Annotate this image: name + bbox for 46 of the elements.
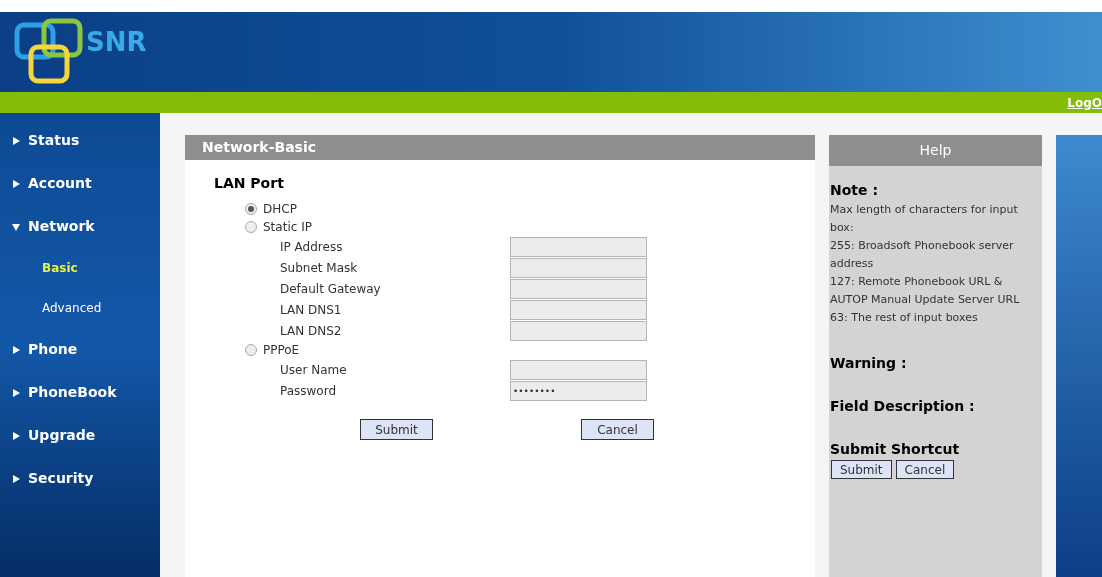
input-field[interactable] (510, 278, 647, 299)
help-text: 255: Broadsoft Phonebook server address (830, 238, 1015, 272)
help-text: 127: Remote Phonebook URL & AUTOP Manual Update Server URL (830, 274, 1021, 308)
input-field[interactable] (510, 320, 647, 341)
input-field[interactable] (510, 299, 647, 320)
sidebar-subitem[interactable]: Advanced (42, 299, 102, 317)
help-heading: Submit Shortcut (830, 440, 960, 459)
field-label: Default Gateway (280, 280, 381, 298)
section-heading: LAN Port (214, 174, 284, 193)
sidebar-item[interactable]: Upgrade (28, 425, 96, 446)
option-label: PPPoE (263, 342, 300, 359)
sidebar-item[interactable]: PhoneBook (28, 382, 117, 403)
input-field[interactable] (510, 236, 647, 257)
sidebar-item[interactable]: Network (28, 216, 95, 237)
form-button[interactable]: Cancel (581, 419, 654, 440)
field-label: LAN DNS1 (280, 301, 342, 319)
sidebar-subitem[interactable]: Basic (42, 259, 78, 277)
field-label: Subnet Mask (280, 259, 358, 277)
field-label: User Name (280, 361, 347, 379)
logo-icon (14, 17, 84, 87)
option-label: DHCP (263, 201, 297, 218)
logo-text: SNR (86, 25, 147, 59)
help-title: Help (829, 135, 1042, 166)
sidebar-item[interactable]: Account (28, 173, 92, 194)
help-heading: Field Description : (830, 397, 975, 416)
help-text: 63: The rest of input boxes (830, 310, 979, 326)
input-field[interactable]: •••••••• (510, 380, 647, 401)
input-field[interactable] (510, 257, 647, 278)
shortcut-button[interactable]: Cancel (895, 460, 955, 479)
sidebar-item[interactable]: Status (28, 130, 80, 151)
field-label: IP Address (280, 238, 343, 256)
panel-title: Network-Basic (185, 135, 815, 160)
shortcut-button[interactable]: Submit (831, 460, 892, 479)
sidebar-item[interactable]: Phone (28, 339, 78, 360)
help-heading: Note : (830, 181, 878, 200)
input-field[interactable] (510, 359, 647, 380)
field-label: LAN DNS2 (280, 322, 342, 340)
option-label: Static IP (263, 219, 312, 236)
form-button[interactable]: Submit (360, 419, 433, 440)
field-label: Password (280, 382, 337, 400)
radio-button[interactable] (245, 203, 257, 215)
radio-button[interactable] (245, 344, 257, 356)
sidebar-item[interactable]: Security (28, 468, 94, 489)
help-text: Max length of characters for input box: (830, 202, 1019, 236)
radio-button[interactable] (245, 221, 257, 233)
help-heading: Warning : (830, 354, 907, 373)
